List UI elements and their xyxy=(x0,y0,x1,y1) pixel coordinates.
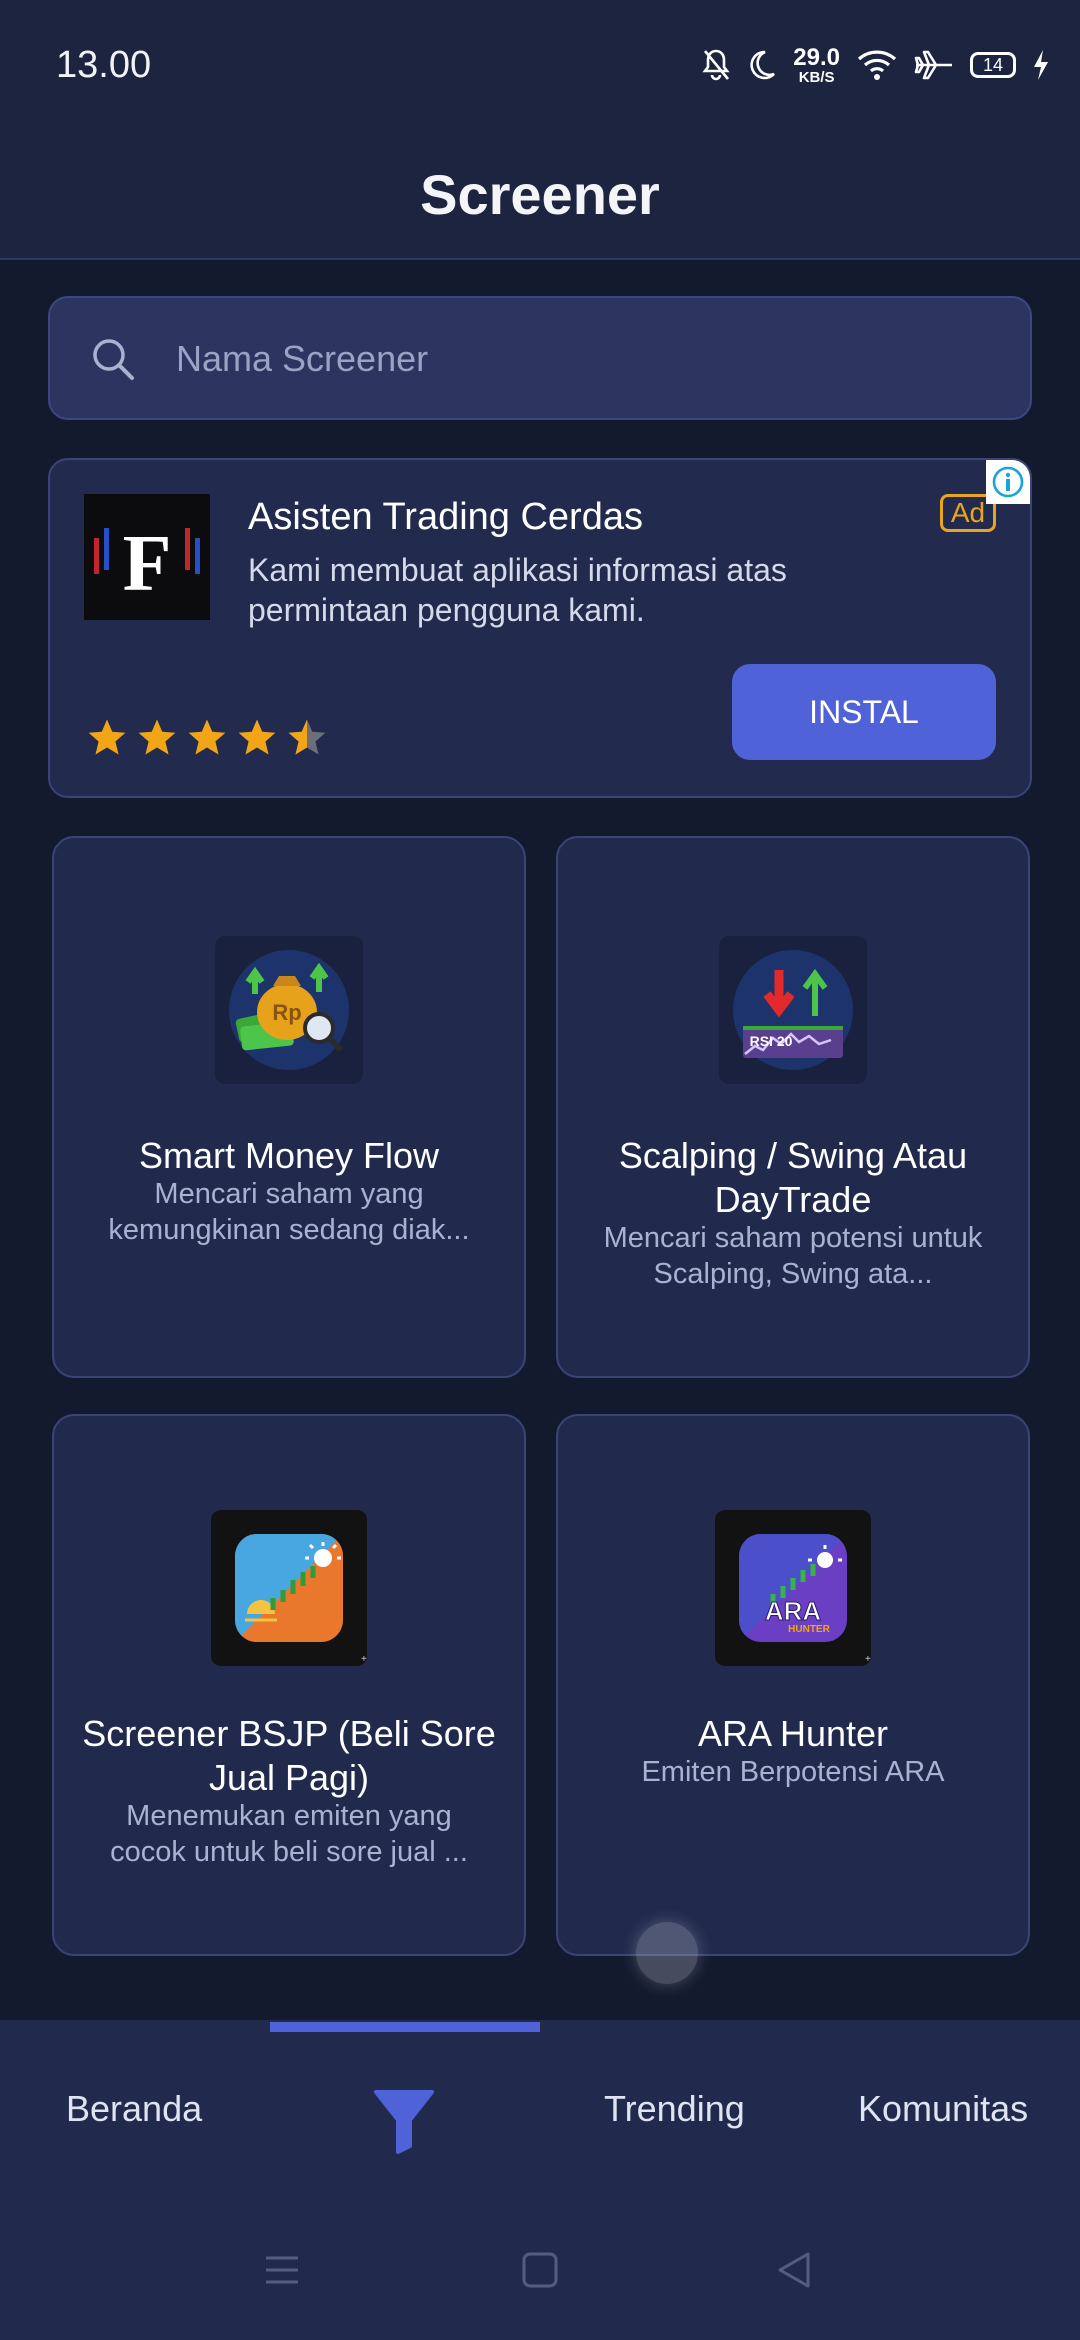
nav-active-indicator xyxy=(270,2022,540,2032)
card-title: Scalping / Swing Atau DayTrade xyxy=(618,1135,968,1220)
ara-icon-subtext: HUNTER xyxy=(788,1624,830,1635)
star-icon xyxy=(238,719,276,755)
card-description: Menemukan emiten yang cocok untuk beli s… xyxy=(110,1800,468,1868)
net-speed-value: 29.0 xyxy=(793,43,840,71)
status-time: 13.00 xyxy=(56,44,152,86)
net-speed-unit: KB/S xyxy=(798,68,835,86)
screener-card-ara-hunter[interactable]: ARA HUNTER + ARA Hunter Emiten Berpotens… xyxy=(556,1414,1030,1956)
card-title: ARA Hunter xyxy=(697,1713,889,1754)
money-bag-icon: Rp xyxy=(215,936,363,1084)
star-icon xyxy=(138,719,176,755)
ad-logo-letter: F xyxy=(123,520,172,608)
ad-app-logo: F xyxy=(84,494,210,620)
svg-text:+: + xyxy=(865,1654,871,1665)
star-icon xyxy=(188,719,226,755)
half-star-icon xyxy=(288,719,326,755)
rating-stars xyxy=(86,716,328,758)
ad-title: Asisten Trading Cerdas xyxy=(248,496,643,538)
wifi-icon xyxy=(856,48,898,82)
search-input[interactable] xyxy=(174,298,998,420)
screener-card-scalping-swing[interactable]: RSI 20 Scalping / Swing Atau DayTrade Me… xyxy=(556,836,1030,1378)
nav-item-screener[interactable] xyxy=(372,2088,436,2163)
info-icon[interactable] xyxy=(986,460,1030,504)
ad-card[interactable]: F Asisten Trading Cerdas Kami membuat ap… xyxy=(48,458,1032,798)
screener-card-smart-money-flow[interactable]: Rp Smart Money Flow Mencari saham yang k… xyxy=(52,836,526,1378)
app-header: Screener xyxy=(0,130,1080,260)
screener-card-bsjp[interactable]: + Screener BSJP (Beli Sore Jual Pagi) Me… xyxy=(52,1414,526,1956)
nav-item-komunitas[interactable]: Komunitas xyxy=(858,2088,1028,2130)
ad-description: Kami membuat aplikasi informasi atas per… xyxy=(248,552,787,628)
home-square-icon[interactable] xyxy=(520,2250,560,2295)
nav-item-trending[interactable]: Trending xyxy=(604,2088,745,2130)
card-description: Mencari saham yang kemungkinan sedang di… xyxy=(108,1178,470,1246)
card-description: Emiten Berpotensi ARA xyxy=(641,1756,945,1788)
ara-hunter-icon: ARA HUNTER + xyxy=(715,1510,871,1666)
status-bar: 13.00 29.0 KB/S 14 xyxy=(0,0,1080,130)
menu-icon[interactable] xyxy=(262,2250,302,2295)
svg-text:Rp: Rp xyxy=(272,1000,301,1025)
star-icon xyxy=(88,719,126,755)
card-title: Smart Money Flow xyxy=(138,1135,440,1176)
rsi-chart-icon: RSI 20 xyxy=(719,936,867,1084)
touch-indicator xyxy=(636,1922,698,1984)
svg-text:+: + xyxy=(361,1654,367,1665)
card-description: Mencari saham potensi untuk Scalping, Sw… xyxy=(603,1222,983,1290)
search-bar[interactable] xyxy=(48,296,1032,420)
nav-item-beranda[interactable]: Beranda xyxy=(66,2088,202,2130)
battery-icon: 14 xyxy=(970,52,1016,78)
page-title: Screener xyxy=(420,163,660,226)
filter-icon xyxy=(374,2090,434,2154)
search-icon xyxy=(88,334,138,389)
card-title: Screener BSJP (Beli Sore Jual Pagi) xyxy=(82,1713,496,1798)
net-speed: 29.0 KB/S xyxy=(793,43,840,86)
moon-icon xyxy=(747,49,777,81)
sunset-sunrise-icon: + xyxy=(211,1510,367,1666)
back-triangle-icon[interactable] xyxy=(774,2250,814,2295)
status-icons: 29.0 KB/S 14 xyxy=(701,40,1050,90)
install-button[interactable]: INSTAL xyxy=(732,664,996,760)
charging-icon xyxy=(1032,49,1050,81)
bell-off-icon xyxy=(701,48,731,82)
rsi-label: RSI 20 xyxy=(750,1033,793,1049)
ara-icon-text: ARA xyxy=(765,1596,822,1626)
airplane-icon xyxy=(914,48,954,82)
